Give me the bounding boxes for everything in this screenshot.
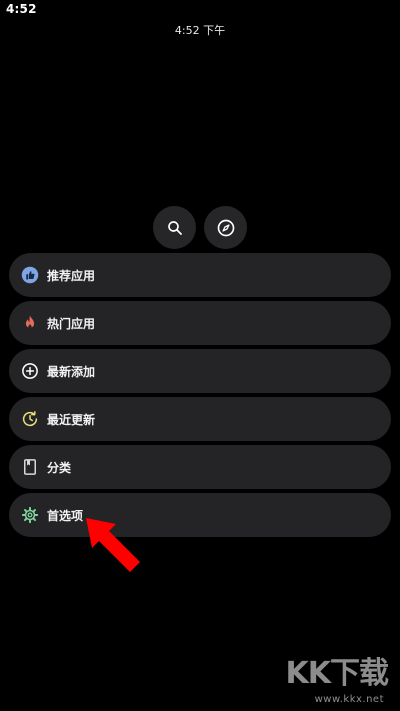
main-menu: 推荐应用 热门应用 最新添加 最近更新 分类 首选项 [9,253,391,541]
menu-item-label: 最近更新 [47,412,96,427]
gear-icon [21,506,39,524]
menu-item-label: 热门应用 [47,316,96,331]
explore-button[interactable] [204,206,247,249]
flame-icon [21,314,39,332]
watermark-url: www.kkx.net [314,694,384,705]
bookmark-book-icon [21,458,39,476]
menu-item-label: 分类 [47,460,72,475]
menu-item-recently-updated[interactable]: 最近更新 [9,397,391,441]
menu-item-label: 首选项 [47,508,84,523]
search-button[interactable] [153,206,196,249]
plus-circle-icon [21,362,39,380]
menu-item-recommended[interactable]: 推荐应用 [9,253,391,297]
update-clock-icon [21,410,39,428]
menu-item-categories[interactable]: 分类 [9,445,391,489]
menu-item-popular[interactable]: 热门应用 [9,301,391,345]
menu-item-label: 最新添加 [47,364,96,379]
clock-text: 4:52 下午 [174,24,226,37]
red-arrow-annotation [86,518,140,572]
compass-icon [217,219,234,236]
menu-item-label: 推荐应用 [47,268,96,283]
watermark-logo: KK下载 [285,656,389,691]
menu-item-preferences[interactable]: 首选项 [9,493,391,537]
search-icon [167,220,182,235]
thumbs-up-icon [21,266,39,284]
menu-item-newly-added[interactable]: 最新添加 [9,349,391,393]
status-bar-time: 4:52 [6,2,37,16]
